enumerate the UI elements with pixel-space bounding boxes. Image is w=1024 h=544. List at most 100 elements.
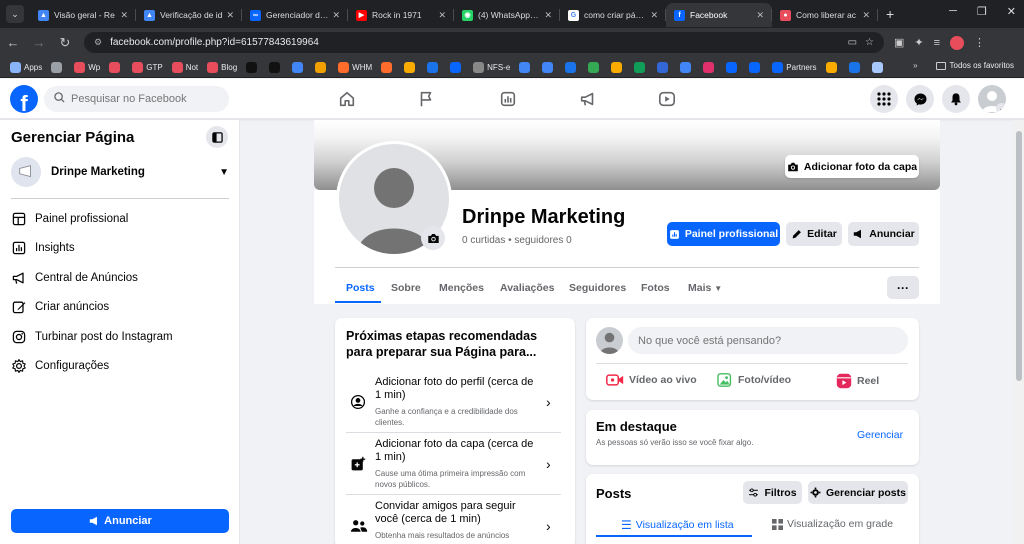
facebook-logo-icon[interactable]: f	[10, 85, 38, 113]
more-options-button[interactable]: ···	[887, 276, 919, 299]
bookmark-item[interactable]	[315, 61, 329, 73]
bookmark-item[interactable]: GTP	[132, 61, 163, 73]
close-tab-icon[interactable]: ✕	[862, 10, 870, 21]
tab-posts[interactable]: Posts	[346, 282, 375, 294]
home-icon[interactable]	[335, 87, 359, 111]
media-icon[interactable]: ≡	[934, 37, 940, 49]
close-window-icon[interactable]: ✕	[1007, 5, 1016, 18]
bookmark-item[interactable]	[825, 61, 840, 73]
address-bar[interactable]: ⚙ facebook.com/profile.php?id=6157784361…	[84, 32, 884, 53]
flag-icon[interactable]	[414, 87, 438, 111]
step-add-cover-photo[interactable]: Adicionar foto da capa (cerca de 1 min) …	[346, 438, 564, 498]
change-profile-photo-button[interactable]	[421, 226, 445, 250]
menu-kebab-icon[interactable]: ⋮	[974, 36, 985, 49]
reel-button[interactable]: Reel	[836, 373, 879, 389]
bookmark-item[interactable]: NFS-e	[473, 61, 510, 73]
bookmark-item[interactable]	[519, 61, 533, 73]
forward-icon[interactable]: →	[26, 35, 52, 50]
new-tab-icon[interactable]: +	[886, 6, 894, 22]
bookmark-item[interactable]	[871, 61, 886, 73]
bookmark-item[interactable]	[680, 61, 694, 73]
close-tab-icon[interactable]: ✕	[226, 10, 234, 21]
bookmark-item[interactable]	[51, 61, 65, 73]
bookmark-item[interactable]	[848, 61, 863, 73]
dashboard-nav-icon[interactable]	[496, 87, 520, 111]
tab-search-icon[interactable]: ⌄	[6, 5, 24, 23]
sidebar-item-create-ads[interactable]: Criar anúncios	[11, 299, 109, 315]
sidebar-item-boost-instagram[interactable]: Turbinar post do Instagram	[11, 329, 173, 345]
whats-on-your-mind-input[interactable]	[628, 327, 908, 354]
add-cover-photo-button[interactable]: Adicionar foto da capa	[785, 155, 919, 178]
close-tab-icon[interactable]: ✕	[650, 10, 658, 21]
restore-icon[interactable]: ❐	[977, 5, 987, 18]
advertise-button[interactable]: Anunciar	[848, 222, 919, 246]
tab-list-view[interactable]: ☰ Visualização em lista	[621, 518, 734, 532]
tab-reviews[interactable]: Avaliações	[500, 282, 554, 294]
step-invite-friends[interactable]: Convidar amigos para seguir você (cerca …	[346, 500, 564, 544]
messenger-icon[interactable]	[906, 85, 934, 113]
bookmark-item[interactable]	[269, 61, 283, 73]
scrollbar-thumb[interactable]	[1016, 131, 1022, 381]
sidebar-item-dashboard[interactable]: Painel profissional	[11, 211, 128, 227]
tab-mentions[interactable]: Menções	[439, 282, 484, 294]
browser-tab[interactable]: ▶ Rock in 1971 ✕	[348, 3, 454, 27]
bookmark-item[interactable]	[292, 61, 306, 73]
bookmark-item[interactable]: Wp	[74, 61, 100, 73]
bookmark-item[interactable]	[749, 61, 763, 73]
sidebar-item-settings[interactable]: Configurações	[11, 358, 109, 374]
bookmark-item[interactable]	[404, 61, 418, 73]
reload-icon[interactable]: ↻	[52, 35, 78, 51]
extensions-puzzle-icon[interactable]: ✦	[914, 36, 923, 49]
step-add-profile-photo[interactable]: Adicionar foto do perfil (cerca de 1 min…	[346, 376, 564, 436]
manage-posts-button[interactable]: Gerenciar posts	[808, 481, 908, 504]
close-tab-icon[interactable]: ✕	[332, 10, 340, 21]
bookmark-item[interactable]	[634, 61, 648, 73]
sidebar-advertise-button[interactable]: Anunciar	[11, 509, 229, 533]
bookmark-item[interactable]	[450, 61, 464, 73]
minimize-icon[interactable]: ─	[949, 5, 957, 18]
browser-tab[interactable]: f Facebook ✕	[666, 3, 772, 27]
close-tab-icon[interactable]: ✕	[544, 10, 552, 21]
back-icon[interactable]: ←	[0, 35, 26, 50]
bookmark-item[interactable]	[611, 61, 625, 73]
bookmark-item[interactable]	[657, 61, 671, 73]
professional-dashboard-button[interactable]: Painel profissional	[667, 222, 780, 246]
bookmark-item[interactable]: Partners	[772, 61, 817, 73]
browser-tab[interactable]: Gcomo criar págin ✕	[560, 3, 666, 27]
browser-tab[interactable]: ● Como liberar ac ✕	[772, 3, 878, 27]
tab-about[interactable]: Sobre	[391, 282, 421, 294]
notifications-bell-icon[interactable]	[942, 85, 970, 113]
bookmark-item[interactable]	[109, 61, 123, 73]
filters-button[interactable]: Filtros	[743, 481, 802, 504]
photo-video-button[interactable]: Foto/vídeo	[717, 373, 791, 387]
browser-tab[interactable]: ◉ (4) WhatsApp Bu ✕	[454, 3, 560, 27]
extension-icon[interactable]: ▣	[894, 36, 904, 49]
browser-tab[interactable]: ∞ Gerenciador de a ✕	[242, 3, 348, 27]
profile-avatar-icon[interactable]	[950, 35, 965, 50]
bookmark-item[interactable]	[703, 61, 717, 73]
bookmark-item[interactable]: Not	[171, 61, 198, 73]
bookmark-item[interactable]: WHM	[338, 61, 372, 73]
bookmark-item[interactable]	[427, 61, 441, 73]
bookmark-item[interactable]: Blog	[207, 61, 237, 73]
cast-icon[interactable]: ▭	[848, 37, 857, 48]
bookmark-item[interactable]	[246, 61, 260, 73]
menu-grid-icon[interactable]	[870, 85, 898, 113]
browser-tab[interactable]: ▲ Verificação de id ✕	[136, 3, 242, 27]
tab-more[interactable]: Mais ▼	[688, 282, 722, 294]
bookmark-item[interactable]	[726, 61, 740, 73]
collapse-sidebar-icon[interactable]	[206, 126, 228, 148]
close-tab-icon[interactable]: ✕	[120, 10, 128, 21]
bookmark-star-icon[interactable]: ☆	[865, 37, 874, 48]
bookmark-item[interactable]	[381, 61, 395, 73]
close-tab-icon[interactable]: ✕	[756, 10, 764, 21]
video-icon[interactable]	[655, 87, 679, 111]
sidebar-item-insights[interactable]: Insights	[11, 240, 75, 256]
tab-photos[interactable]: Fotos	[641, 282, 670, 294]
search-input[interactable]	[71, 93, 221, 105]
search-box[interactable]	[44, 86, 229, 112]
live-video-button[interactable]: Vídeo ao vivo	[606, 373, 697, 387]
edit-button[interactable]: Editar	[786, 222, 842, 246]
browser-tab[interactable]: ▲ Visão geral - Re ✕	[30, 3, 136, 27]
bookmark-item[interactable]	[588, 61, 602, 73]
